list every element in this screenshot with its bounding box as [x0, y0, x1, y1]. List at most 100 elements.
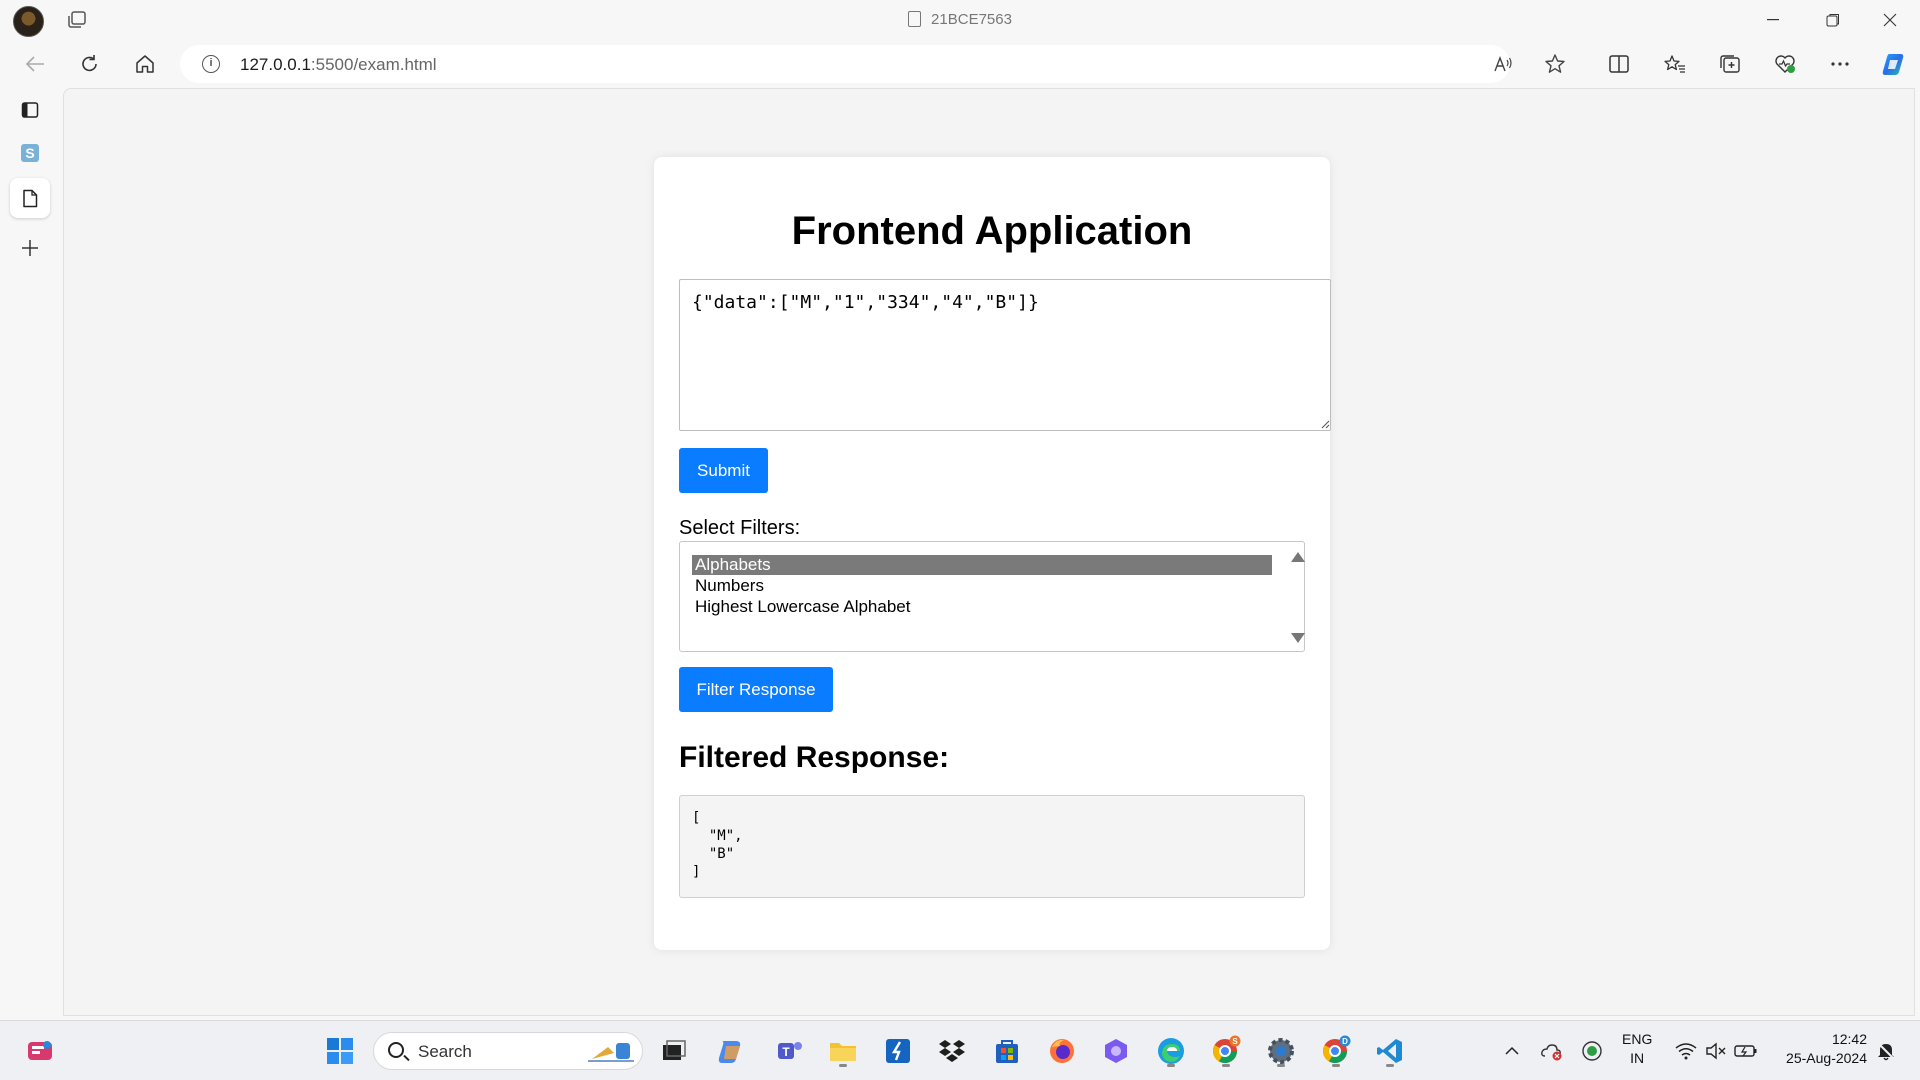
notification-bell-icon	[1877, 1042, 1895, 1061]
split-screen-button[interactable]	[1601, 46, 1637, 82]
search-highlight-art-icon	[588, 1043, 634, 1062]
address-bar[interactable]: i 127.0.0.1:5500/exam.html	[180, 45, 1510, 83]
store-icon	[996, 1040, 1018, 1063]
taskbar-teams[interactable]: T	[771, 1033, 807, 1069]
favorite-star-icon	[1545, 54, 1565, 73]
url-text[interactable]: 127.0.0.1:5500/exam.html	[240, 55, 437, 75]
scroll-up-arrow-icon[interactable]	[1291, 552, 1305, 562]
chrome-icon: S	[1212, 1035, 1241, 1064]
tray-onedrive[interactable]	[1534, 1033, 1570, 1069]
running-indicator	[1332, 1064, 1340, 1067]
taskbar-widget-app[interactable]	[22, 1033, 58, 1069]
refresh-button[interactable]	[72, 46, 108, 82]
tray-notifications[interactable]	[1868, 1033, 1904, 1069]
taskbar-app-purple[interactable]	[1098, 1033, 1134, 1069]
language-indicator[interactable]: ENG IN	[1622, 1030, 1652, 1068]
home-button[interactable]	[127, 46, 163, 82]
taskbar-settings[interactable]	[1263, 1033, 1299, 1069]
split-screen-icon	[1609, 55, 1629, 73]
file-explorer-icon	[830, 1043, 856, 1061]
taskbar-app-blue[interactable]	[880, 1033, 916, 1069]
favorites-button[interactable]	[1657, 46, 1693, 82]
taskbar-search[interactable]: Search	[373, 1032, 643, 1070]
sidebar-page-button[interactable]	[10, 178, 50, 218]
taskbar-firefox[interactable]	[1044, 1033, 1080, 1069]
task-view-icon	[663, 1040, 686, 1060]
close-icon	[1883, 13, 1897, 27]
restore-button[interactable]	[1805, 0, 1861, 40]
svg-text:S: S	[1232, 1037, 1238, 1046]
widgets-icon	[28, 1041, 52, 1060]
start-button[interactable]	[322, 1033, 358, 1069]
filtered-response-heading: Filtered Response:	[679, 741, 950, 774]
chrome-icon: D	[1322, 1035, 1351, 1064]
windows-start-icon	[327, 1038, 353, 1064]
url-path: :5500/exam.html	[310, 55, 437, 74]
sidebar-tabs-button[interactable]	[10, 90, 50, 130]
wifi-icon	[1675, 1043, 1697, 1060]
back-button[interactable]	[17, 46, 53, 82]
page-viewport: Frontend Application {"data":["M","1","3…	[63, 88, 1915, 1016]
clock-date: 25-Aug-2024	[1786, 1050, 1867, 1066]
search-label: Search	[418, 1042, 472, 1061]
resize-grip-icon[interactable]	[1320, 419, 1330, 429]
browser-essentials-icon	[1775, 55, 1795, 73]
taskbar: Search T S D ENG IN 12:42 25-Aug-2024	[0, 1020, 1920, 1080]
teams-icon: T	[778, 1042, 802, 1059]
page-title: Frontend Application	[791, 209, 1193, 253]
show-hidden-icons-button[interactable]	[1494, 1033, 1530, 1069]
json-input[interactable]: {"data":["M","1","334","4","B"]}	[679, 279, 1331, 431]
copilot-app-icon	[718, 1041, 741, 1063]
collections-button[interactable]	[1712, 46, 1748, 82]
filter-option-alphabets[interactable]: Alphabets	[692, 555, 1272, 575]
taskbar-file-explorer[interactable]	[825, 1033, 861, 1069]
running-indicator	[839, 1064, 847, 1067]
volume-muted-icon	[1706, 1042, 1726, 1060]
tray-battery[interactable]	[1728, 1033, 1764, 1069]
close-button[interactable]	[1862, 0, 1918, 40]
task-view-button[interactable]	[656, 1033, 692, 1069]
tab-actions-icon	[21, 102, 39, 118]
favorite-star-button[interactable]	[1537, 46, 1573, 82]
browser-essentials-button[interactable]	[1767, 46, 1803, 82]
filter-option-highest-lowercase[interactable]: Highest Lowercase Alphabet	[692, 597, 1272, 617]
taskbar-copilot[interactable]	[713, 1033, 749, 1069]
search-icon	[388, 1042, 404, 1058]
minimize-icon	[1767, 19, 1779, 21]
taskbar-vscode[interactable]	[1372, 1033, 1408, 1069]
more-icon	[1831, 62, 1849, 66]
taskbar-dropbox[interactable]	[934, 1033, 970, 1069]
sidebar-app-s[interactable]: S	[10, 133, 50, 173]
taskbar-store[interactable]	[989, 1033, 1025, 1069]
browser-sidebar: S	[0, 88, 62, 1020]
scroll-down-arrow-icon[interactable]	[1291, 633, 1305, 643]
taskbar-edge[interactable]	[1153, 1033, 1189, 1069]
taskbar-chrome-profile-s[interactable]: S	[1208, 1033, 1244, 1069]
back-icon	[25, 56, 44, 72]
filter-option-numbers[interactable]: Numbers	[692, 576, 1272, 596]
info-icon[interactable]: i	[202, 55, 220, 73]
app-card: Frontend Application {"data":["M","1","3…	[654, 157, 1331, 950]
battery-charging-icon	[1734, 1045, 1757, 1057]
copilot-icon	[1882, 54, 1904, 75]
collections-icon	[1720, 55, 1740, 73]
more-button[interactable]	[1822, 46, 1858, 82]
filter-response-button[interactable]: Filter Response	[679, 667, 833, 712]
running-indicator	[1277, 1064, 1285, 1067]
filter-multiselect[interactable]: Alphabets Numbers Highest Lowercase Alph…	[679, 541, 1305, 652]
add-icon	[22, 240, 38, 256]
window-title: 21BCE7563	[0, 11, 1920, 28]
purple-app-icon	[1105, 1039, 1127, 1063]
refresh-icon	[82, 55, 97, 72]
minimize-button[interactable]	[1745, 0, 1801, 40]
submit-button[interactable]: Submit	[679, 448, 768, 493]
sidebar-add-button[interactable]	[10, 228, 50, 268]
filtered-response-output: [ "M", "B" ]	[679, 795, 1305, 898]
copilot-button[interactable]	[1876, 46, 1912, 82]
clock[interactable]: 12:42 25-Aug-2024	[1775, 1030, 1867, 1068]
navigation-bar: i 127.0.0.1:5500/exam.html	[0, 40, 1920, 88]
read-aloud-button[interactable]	[1485, 46, 1521, 82]
tray-security[interactable]	[1574, 1033, 1610, 1069]
security-status-icon	[1582, 1041, 1602, 1061]
taskbar-chrome-profile-d[interactable]: D	[1318, 1033, 1354, 1069]
